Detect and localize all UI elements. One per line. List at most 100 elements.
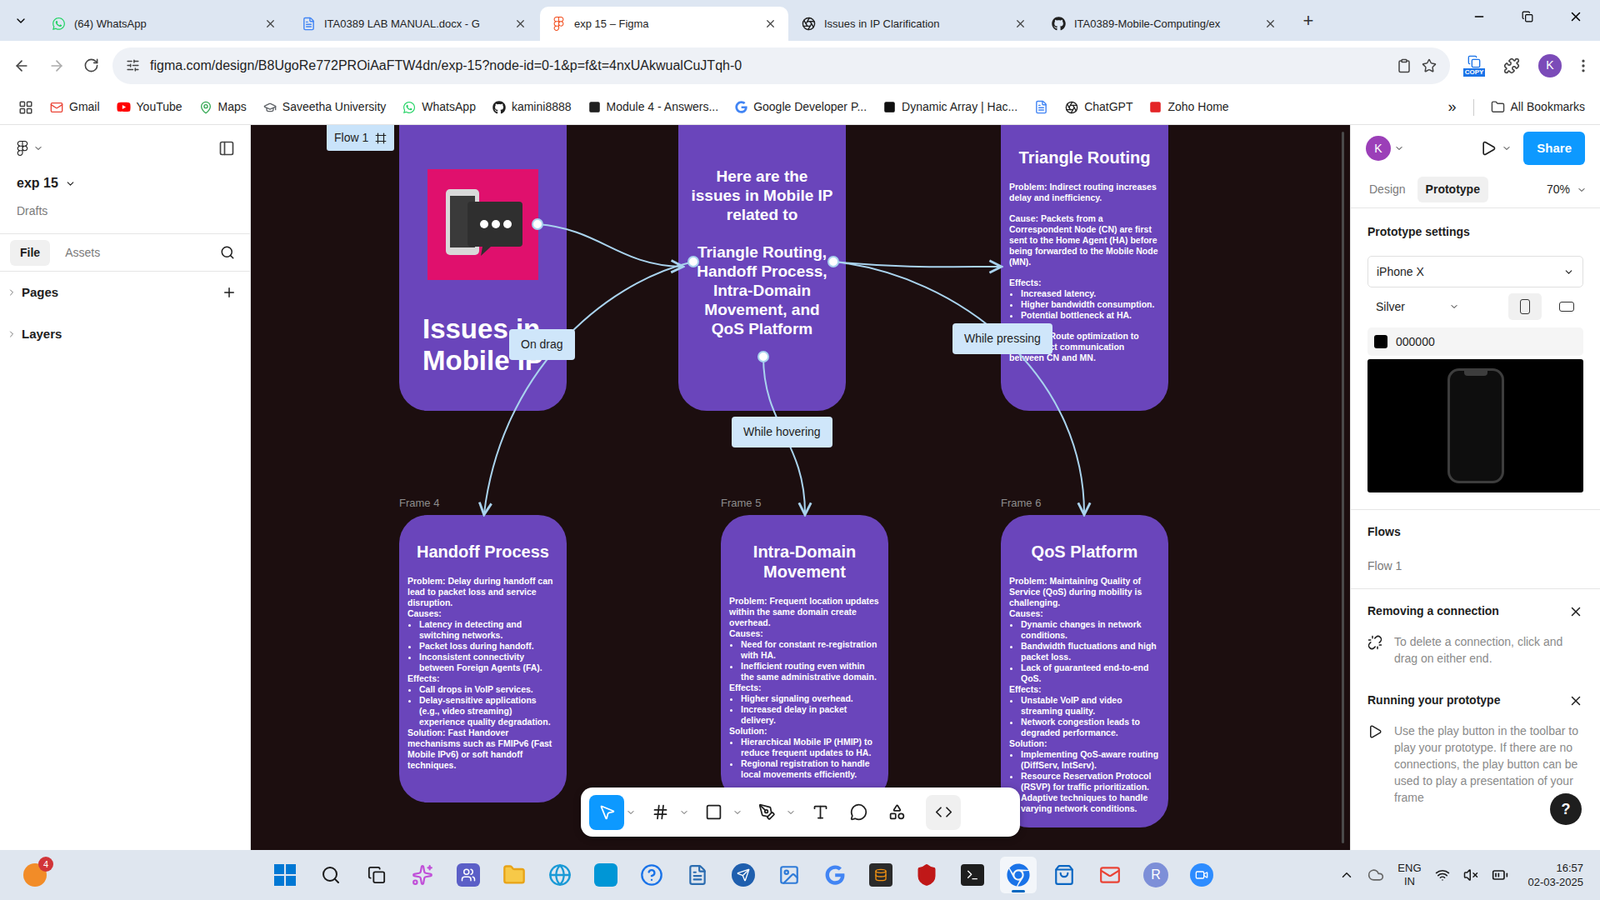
close-tab-icon[interactable] bbox=[1264, 17, 1277, 30]
browser-tab[interactable]: exp 15 – Figma bbox=[540, 6, 789, 41]
cover-frame[interactable]: Issues in Mobile IP bbox=[399, 125, 567, 411]
bookmark[interactable]: Zoho Home bbox=[1149, 98, 1229, 116]
close-icon[interactable] bbox=[1568, 693, 1584, 709]
start-button[interactable] bbox=[266, 856, 304, 894]
detail-frame[interactable]: Frame 4Handoff ProcessProblem: Delay dur… bbox=[399, 515, 567, 803]
tool-menu-icon[interactable] bbox=[625, 807, 636, 818]
bookmark[interactable]: Google Developer P... bbox=[735, 98, 867, 116]
apps-icon[interactable] bbox=[18, 100, 34, 115]
expand-icon[interactable] bbox=[6, 287, 17, 298]
detail-frame[interactable]: Triangle RoutingProblem: Indirect routin… bbox=[1000, 125, 1169, 411]
canvas[interactable]: Issues in Mobile IPHere are the issues i… bbox=[250, 125, 1350, 850]
frame-label[interactable]: Frame 5 bbox=[720, 495, 761, 512]
chrome-app[interactable] bbox=[1000, 856, 1037, 894]
device-select[interactable]: iPhone X bbox=[1367, 255, 1584, 288]
bookmark[interactable]: YouTube bbox=[116, 98, 183, 116]
forward-icon[interactable] bbox=[48, 57, 65, 75]
frame-label[interactable]: Frame 4 bbox=[399, 495, 440, 512]
tool-button[interactable] bbox=[840, 795, 876, 830]
profile-avatar[interactable]: K bbox=[1538, 54, 1562, 78]
photos-app[interactable] bbox=[770, 856, 808, 894]
terminal-app[interactable] bbox=[954, 856, 991, 894]
bookmark[interactable]: Dynamic Array | Hac... bbox=[883, 98, 1018, 116]
bookmark[interactable]: Maps bbox=[199, 98, 247, 116]
chevron-icon[interactable] bbox=[1501, 143, 1512, 154]
main-menu[interactable] bbox=[15, 140, 44, 156]
interaction-label[interactable]: While hovering bbox=[731, 416, 833, 448]
browser-tab[interactable]: ITA0389 LAB MANUAL.docx - G bbox=[290, 6, 539, 41]
file-location[interactable]: Drafts bbox=[16, 203, 234, 219]
mysql-app[interactable] bbox=[862, 856, 900, 894]
tool-menu-icon[interactable] bbox=[732, 807, 743, 818]
notes-app[interactable] bbox=[679, 856, 716, 894]
panel-tab[interactable]: File bbox=[10, 240, 50, 266]
tool-button[interactable] bbox=[695, 795, 731, 830]
reload-icon[interactable] bbox=[83, 57, 100, 74]
color-select[interactable]: Silver bbox=[1367, 292, 1468, 321]
share-button[interactable]: Share bbox=[1523, 131, 1585, 165]
zoom-app[interactable] bbox=[1183, 856, 1220, 894]
close-tab-icon[interactable] bbox=[1014, 17, 1027, 30]
interaction-label[interactable]: While pressing bbox=[952, 323, 1053, 355]
background-field[interactable]: 000000 bbox=[1367, 327, 1584, 356]
tool-button[interactable] bbox=[802, 795, 838, 830]
tool-button[interactable] bbox=[879, 795, 915, 830]
clipboard-icon[interactable] bbox=[1396, 58, 1412, 74]
messenger-app[interactable] bbox=[725, 856, 762, 894]
back-icon[interactable] bbox=[13, 57, 30, 75]
edge-app[interactable] bbox=[541, 856, 579, 894]
search-button[interactable] bbox=[312, 856, 350, 894]
chevron-icon[interactable] bbox=[1394, 143, 1405, 154]
add-page-icon[interactable] bbox=[221, 285, 237, 300]
detail-frame[interactable]: Frame 5Intra-Domain MovementProblem: Fre… bbox=[720, 515, 889, 803]
help-button[interactable]: ? bbox=[1550, 793, 1582, 825]
panel-tab[interactable]: Prototype bbox=[1417, 176, 1489, 203]
mcafee-app[interactable] bbox=[908, 856, 945, 894]
canvas-scrollbar[interactable] bbox=[1341, 131, 1345, 844]
browser-tab[interactable]: Issues in IP Clarification bbox=[790, 6, 1039, 41]
tool-button[interactable] bbox=[642, 795, 678, 830]
panel-tab[interactable]: Assets bbox=[55, 240, 110, 266]
teams-app[interactable] bbox=[450, 856, 487, 894]
present-icon[interactable] bbox=[1480, 140, 1497, 157]
browser-tab[interactable]: (64) WhatsApp bbox=[40, 6, 289, 41]
bookmark[interactable]: WhatsApp bbox=[402, 98, 476, 116]
extensions-icon[interactable] bbox=[1503, 57, 1520, 75]
orientation-button[interactable] bbox=[1550, 293, 1584, 320]
r-app[interactable]: R bbox=[1137, 856, 1175, 894]
gmail-app[interactable] bbox=[1091, 856, 1129, 894]
bookmark[interactable]: Saveetha University bbox=[263, 98, 387, 116]
detail-frame[interactable]: Frame 6QoS PlatformProblem: Maintaining … bbox=[1000, 515, 1169, 828]
frame-label[interactable]: Frame 6 bbox=[1000, 495, 1041, 512]
menu-icon[interactable] bbox=[1575, 57, 1592, 75]
url-field[interactable]: figma.com/design/B8UgoRe772PROiAaFTW4dn/… bbox=[112, 47, 1450, 85]
google-app[interactable] bbox=[816, 856, 854, 894]
close-tab-icon[interactable] bbox=[764, 17, 777, 30]
store-app[interactable] bbox=[1045, 856, 1083, 894]
panel-section[interactable]: Pages bbox=[0, 271, 250, 314]
bookmark[interactable]: Module 4 - Answers... bbox=[588, 98, 720, 116]
close-tab-icon[interactable] bbox=[264, 17, 277, 30]
tab-search-button[interactable] bbox=[6, 6, 35, 35]
close-button[interactable] bbox=[1551, 0, 1600, 34]
tool-menu-icon[interactable] bbox=[679, 807, 690, 818]
restore-button[interactable] bbox=[1503, 0, 1552, 34]
bookmark[interactable] bbox=[1034, 100, 1049, 115]
hidden-icons-icon[interactable] bbox=[1339, 867, 1355, 883]
bookmark[interactable]: Gmail bbox=[50, 98, 100, 116]
flow-label[interactable]: Flow 1 bbox=[326, 125, 395, 151]
browser-tab[interactable]: ITA0389-Mobile-Computing/ex bbox=[1040, 6, 1289, 41]
myhp-app[interactable] bbox=[587, 856, 625, 894]
close-tab-icon[interactable] bbox=[514, 17, 527, 30]
expand-icon[interactable] bbox=[6, 329, 17, 340]
clock[interactable]: 16:5702-03-2025 bbox=[1528, 860, 1585, 890]
copy-extension[interactable]: COPY bbox=[1458, 50, 1490, 81]
battery-icon[interactable] bbox=[1491, 866, 1509, 884]
volume-muted-icon[interactable] bbox=[1463, 867, 1479, 883]
search-icon[interactable] bbox=[220, 245, 235, 260]
help-app[interactable] bbox=[633, 856, 670, 894]
panel-tab[interactable]: Design bbox=[1360, 176, 1415, 203]
widgets-button[interactable]: 4 bbox=[16, 856, 54, 894]
zoom-control[interactable]: 70% bbox=[1546, 180, 1587, 199]
bookmark[interactable]: kamini8888 bbox=[492, 98, 572, 116]
